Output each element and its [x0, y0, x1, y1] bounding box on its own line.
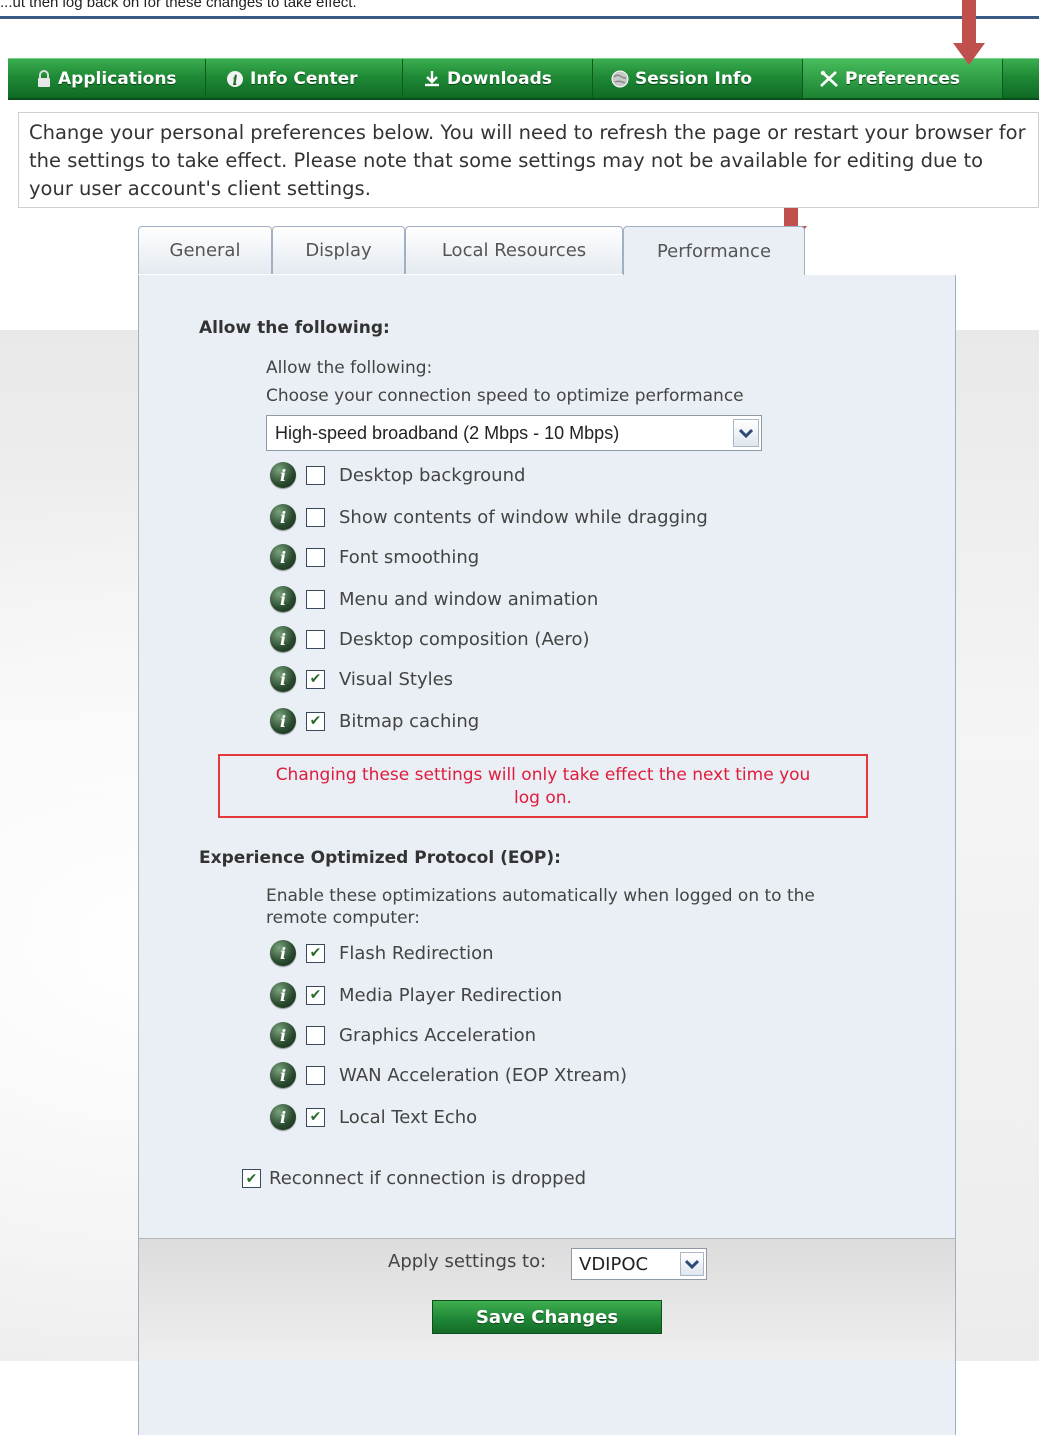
eop-intro-line-2: remote computer: — [266, 908, 420, 928]
option-checkbox[interactable]: ✔ — [306, 711, 325, 731]
info-icon[interactable]: i — [270, 1104, 296, 1130]
tab-performance[interactable]: Performance — [623, 226, 805, 276]
option-checkbox[interactable] — [306, 1025, 325, 1045]
option-checkbox[interactable] — [306, 547, 325, 567]
nav-label: Info Center — [250, 68, 358, 89]
info-icon[interactable]: i — [270, 666, 296, 692]
option-checkbox[interactable] — [306, 589, 325, 609]
apply-settings-value: VDIPOC — [579, 1253, 649, 1275]
nav-info-center[interactable]: i Info Center — [206, 59, 403, 98]
connection-speed-value: High-speed broadband (2 Mbps - 10 Mbps) — [275, 422, 620, 443]
checkmark-icon: ✔ — [309, 1109, 322, 1125]
option-row[interactable]: i Graphics Acceleration — [270, 1020, 536, 1050]
option-checkbox[interactable] — [306, 465, 325, 485]
option-row[interactable]: i WAN Acceleration (EOP Xtream) — [270, 1060, 627, 1090]
section-heading-eop: Experience Optimized Protocol (EOP): — [199, 848, 561, 868]
save-changes-button[interactable]: Save Changes — [432, 1300, 662, 1334]
info-icon[interactable]: i — [270, 544, 296, 570]
globe-icon — [611, 70, 629, 88]
checkmark-icon: ✔ — [309, 671, 322, 687]
caption-rule — [0, 16, 1039, 19]
option-checkbox[interactable]: ✔ — [306, 985, 325, 1005]
chevron-down-icon[interactable] — [680, 1252, 704, 1276]
nav-label: Session Info — [635, 68, 753, 89]
reconnect-option[interactable]: ✔ Reconnect if connection is dropped — [242, 1168, 586, 1189]
nav-downloads[interactable]: Downloads — [403, 59, 593, 98]
nav-applications[interactable]: Applications — [8, 59, 206, 98]
info-icon[interactable]: i — [270, 708, 296, 734]
document-caption: ...ut then log back on for these changes… — [0, 0, 357, 11]
info-icon[interactable]: i — [270, 626, 296, 652]
tab-general[interactable]: General — [138, 226, 272, 274]
apply-settings-select[interactable]: VDIPOC — [571, 1248, 707, 1280]
preferences-tabs: General Display Local Resources Performa… — [138, 226, 805, 276]
option-row[interactable]: i ✔ Visual Styles — [270, 664, 453, 694]
option-label: Media Player Redirection — [339, 984, 563, 1006]
download-icon — [423, 70, 441, 88]
info-icon: i — [226, 70, 244, 88]
info-icon[interactable]: i — [270, 940, 296, 966]
info-icon[interactable]: i — [270, 504, 296, 530]
section-heading-allow: Allow the following: — [199, 318, 390, 338]
option-row[interactable]: i ✔ Local Text Echo — [270, 1102, 477, 1132]
checkmark-icon: ✔ — [245, 1170, 258, 1187]
option-checkbox[interactable]: ✔ — [306, 669, 325, 689]
option-label: Bitmap caching — [339, 710, 480, 732]
chevron-down-icon[interactable] — [733, 419, 759, 447]
restart-warning: Changing these settings will only take e… — [218, 754, 868, 818]
warning-line-1: Changing these settings will only take e… — [275, 765, 811, 785]
option-checkbox[interactable] — [306, 507, 325, 527]
option-label: Desktop composition (Aero) — [339, 628, 590, 650]
info-icon[interactable]: i — [270, 982, 296, 1008]
tab-local-resources[interactable]: Local Resources — [405, 226, 623, 274]
option-label: Flash Redirection — [339, 942, 494, 964]
nav-label: Downloads — [447, 68, 552, 89]
main-nav: Applications i Info Center Downloads Ses… — [8, 58, 1039, 100]
option-label: Desktop background — [339, 464, 526, 486]
connection-speed-select[interactable]: High-speed broadband (2 Mbps - 10 Mbps) — [266, 415, 762, 451]
info-icon[interactable]: i — [270, 586, 296, 612]
info-icon[interactable]: i — [270, 462, 296, 488]
reconnect-label: Reconnect if connection is dropped — [269, 1168, 587, 1189]
sub-heading-allow: Allow the following: — [266, 358, 433, 378]
annotation-arrow-preferences — [953, 0, 985, 65]
lock-icon — [36, 69, 52, 88]
option-label: Visual Styles — [339, 668, 454, 690]
intro-message: Change your personal preferences below. … — [18, 112, 1039, 208]
option-row[interactable]: i Desktop composition (Aero) — [270, 624, 590, 654]
option-row[interactable]: i ✔ Flash Redirection — [270, 938, 494, 968]
nav-label: Applications — [58, 68, 177, 89]
option-label: WAN Acceleration (EOP Xtream) — [339, 1064, 628, 1086]
tools-icon — [819, 70, 839, 88]
option-row[interactable]: i Desktop background — [270, 460, 525, 490]
apply-settings-label: Apply settings to: — [388, 1251, 547, 1272]
checkmark-icon: ✔ — [309, 713, 322, 729]
option-row[interactable]: i Menu and window animation — [270, 584, 598, 614]
checkmark-icon: ✔ — [309, 945, 322, 961]
tab-display[interactable]: Display — [272, 226, 405, 274]
checkmark-icon: ✔ — [309, 987, 322, 1003]
reconnect-checkbox[interactable]: ✔ — [242, 1169, 261, 1188]
option-row[interactable]: i ✔ Media Player Redirection — [270, 980, 562, 1010]
speed-prompt: Choose your connection speed to optimize… — [266, 386, 744, 406]
option-label: Local Text Echo — [339, 1106, 478, 1128]
option-row[interactable]: i Show contents of window while dragging — [270, 502, 708, 532]
option-row[interactable]: i Font smoothing — [270, 542, 479, 572]
option-row[interactable]: i ✔ Bitmap caching — [270, 706, 479, 736]
warning-line-2: log on. — [514, 788, 572, 808]
info-icon[interactable]: i — [270, 1022, 296, 1048]
eop-intro-line-1: Enable these optimizations automatically… — [266, 886, 815, 906]
option-label: Menu and window animation — [339, 588, 599, 610]
option-label: Show contents of window while dragging — [339, 506, 708, 528]
option-checkbox[interactable]: ✔ — [306, 943, 325, 963]
option-checkbox[interactable] — [306, 629, 325, 649]
option-label: Font smoothing — [339, 546, 480, 568]
nav-session-info[interactable]: Session Info — [593, 59, 803, 98]
svg-text:i: i — [233, 73, 238, 87]
option-checkbox[interactable] — [306, 1065, 325, 1085]
option-label: Graphics Acceleration — [339, 1024, 537, 1046]
option-checkbox[interactable]: ✔ — [306, 1107, 325, 1127]
info-icon[interactable]: i — [270, 1062, 296, 1088]
nav-label: Preferences — [845, 68, 961, 89]
